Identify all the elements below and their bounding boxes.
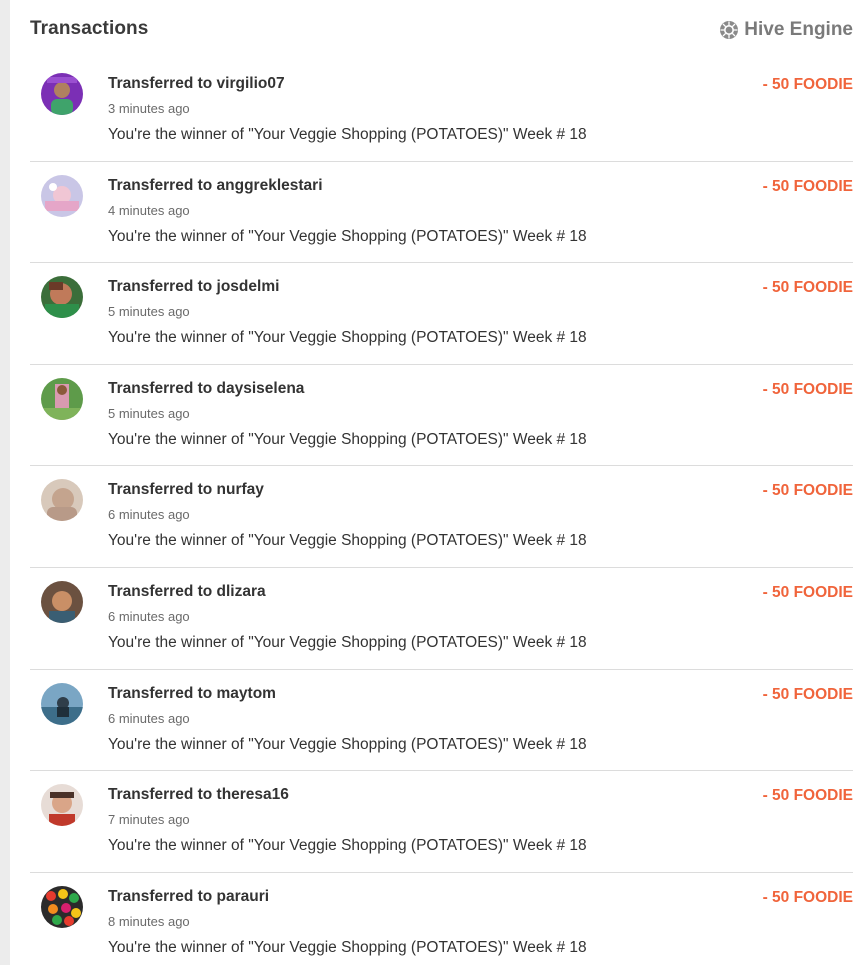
transaction-row[interactable]: Transferred to maytom 6 minutes ago You'…	[30, 670, 853, 772]
transaction-time: 6 minutes ago	[108, 608, 190, 624]
transaction-memo: You're the winner of "Your Veggie Shoppi…	[108, 735, 587, 753]
transaction-time: 5 minutes ago	[108, 304, 190, 320]
transaction-row[interactable]: Transferred to nurfay 6 minutes ago You'…	[30, 466, 853, 568]
transaction-title: Transferred to virgilio07	[108, 75, 285, 92]
transaction-time: 6 minutes ago	[108, 507, 190, 523]
hive-engine-label: Hive Engine	[744, 19, 853, 40]
transaction-row[interactable]: Transferred to dlizara 6 minutes ago You…	[30, 568, 853, 670]
transaction-memo: You're the winner of "Your Veggie Shoppi…	[108, 633, 587, 651]
user-avatar[interactable]	[41, 580, 83, 623]
transaction-amount: - 50 FOODIE	[762, 685, 853, 703]
user-avatar[interactable]	[41, 377, 83, 420]
user-avatar[interactable]	[41, 885, 83, 928]
transaction-memo: You're the winner of "Your Veggie Shoppi…	[108, 532, 587, 550]
transaction-title: Transferred to nurfay	[108, 481, 264, 499]
transaction-time: 6 minutes ago	[108, 710, 190, 726]
transaction-row[interactable]: Transferred to anggreklestari 4 minutes …	[30, 162, 853, 264]
transaction-amount: - 50 FOODIE	[762, 76, 853, 93]
transaction-amount: - 50 FOODIE	[762, 177, 853, 195]
transaction-row[interactable]: Transferred to virgilio07 3 minutes ago …	[30, 60, 853, 162]
transaction-memo: You're the winner of "Your Veggie Shoppi…	[108, 430, 587, 448]
transaction-row[interactable]: Transferred to josdelmi 5 minutes ago Yo…	[30, 263, 853, 365]
transaction-memo: You're the winner of "Your Veggie Shoppi…	[108, 126, 587, 143]
transaction-memo: You're the winner of "Your Veggie Shoppi…	[108, 938, 587, 956]
page-title: Transactions	[30, 18, 149, 39]
transaction-amount: - 50 FOODIE	[762, 888, 853, 906]
transaction-row[interactable]: Transferred to theresa16 7 minutes ago Y…	[30, 771, 853, 873]
transaction-amount: - 50 FOODIE	[762, 482, 853, 500]
transaction-memo: You're the winner of "Your Veggie Shoppi…	[108, 329, 587, 347]
transaction-title: Transferred to parauri	[108, 887, 270, 905]
transaction-amount: - 50 FOODIE	[762, 583, 853, 601]
user-avatar[interactable]	[41, 479, 83, 522]
transaction-amount: - 50 FOODIE	[762, 279, 853, 297]
user-avatar[interactable]	[41, 276, 83, 319]
user-avatar[interactable]	[41, 174, 83, 217]
transaction-title: Transferred to maytom	[108, 684, 276, 702]
hive-engine-icon	[719, 20, 739, 40]
transaction-row[interactable]: Transferred to parauri 8 minutes ago You…	[30, 873, 853, 974]
transaction-title: Transferred to josdelmi	[108, 278, 280, 296]
user-avatar[interactable]	[41, 73, 83, 115]
transaction-title: Transferred to anggreklestari	[108, 176, 323, 194]
transaction-amount: - 50 FOODIE	[762, 380, 853, 398]
transaction-row[interactable]: Transferred to daysiselena 5 minutes ago…	[30, 365, 853, 467]
user-avatar[interactable]	[41, 784, 83, 827]
transaction-title: Transferred to theresa16	[108, 786, 289, 804]
transaction-time: 3 minutes ago	[108, 101, 190, 116]
transaction-time: 4 minutes ago	[108, 202, 190, 218]
transaction-title: Transferred to daysiselena	[108, 379, 305, 397]
transaction-amount: - 50 FOODIE	[762, 787, 853, 805]
transaction-time: 7 minutes ago	[108, 812, 190, 828]
transaction-title: Transferred to dlizara	[108, 582, 266, 600]
transaction-memo: You're the winner of "Your Veggie Shoppi…	[108, 837, 587, 855]
transaction-time: 8 minutes ago	[108, 913, 190, 929]
transaction-time: 5 minutes ago	[108, 405, 190, 421]
transaction-list: Transferred to virgilio07 3 minutes ago …	[30, 60, 853, 974]
transaction-memo: You're the winner of "Your Veggie Shoppi…	[108, 227, 587, 245]
transactions-panel: Transactions Hive Engine Transferred to …	[0, 0, 866, 965]
transactions-header: Transactions Hive Engine	[30, 18, 853, 46]
user-avatar[interactable]	[41, 682, 83, 725]
hive-engine-link[interactable]: Hive Engine	[719, 19, 853, 41]
